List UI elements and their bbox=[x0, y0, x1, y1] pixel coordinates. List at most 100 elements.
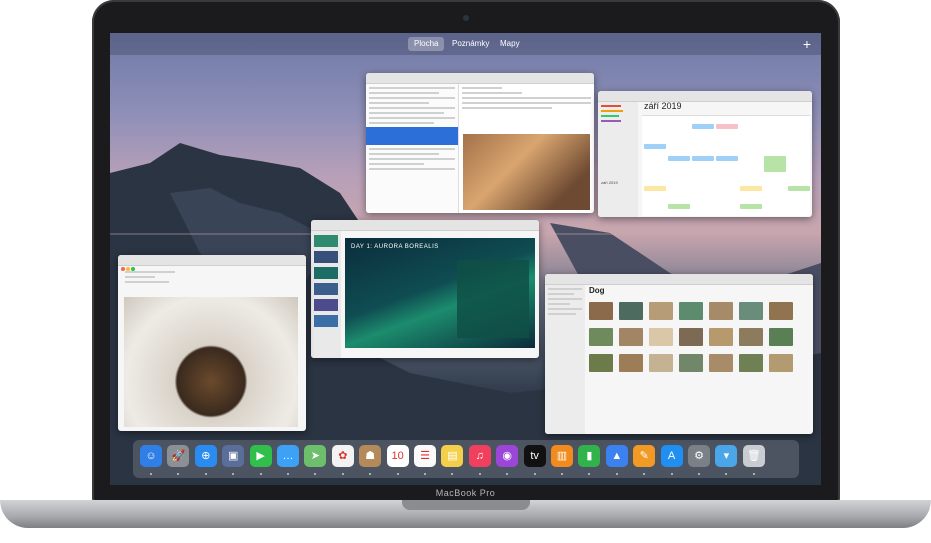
calendar-list-item[interactable] bbox=[601, 105, 621, 107]
list-item[interactable] bbox=[369, 107, 455, 109]
calendar-window[interactable]: září 2019 září 2019 bbox=[598, 91, 812, 217]
calendar-event[interactable] bbox=[668, 156, 690, 161]
slide-navigator[interactable] bbox=[311, 231, 341, 358]
selected-message[interactable] bbox=[366, 127, 458, 145]
photo-thumbnail[interactable] bbox=[649, 328, 673, 346]
calendar-event[interactable] bbox=[644, 186, 666, 191]
notes-icon[interactable]: ▤ bbox=[441, 445, 464, 467]
list-item[interactable] bbox=[369, 92, 439, 94]
photo-thumbnail[interactable] bbox=[709, 328, 733, 346]
photo-thumbnail[interactable] bbox=[769, 354, 793, 372]
calendar-list-item[interactable] bbox=[601, 120, 621, 122]
calendar-event[interactable] bbox=[740, 186, 762, 191]
podcasts-icon[interactable]: ◉ bbox=[496, 445, 519, 467]
calendar-grid[interactable] bbox=[642, 115, 810, 216]
slide-canvas[interactable]: DAY 1: AURORA BOREALIS bbox=[345, 238, 535, 348]
numbers-icon[interactable]: ▮ bbox=[578, 445, 601, 467]
downloads-folder-icon[interactable]: ▾ bbox=[715, 445, 738, 467]
photo-thumbnail[interactable] bbox=[619, 328, 643, 346]
trash-icon[interactable]: 🗑 bbox=[742, 445, 765, 467]
calendar-event[interactable] bbox=[716, 124, 738, 129]
app-store-icon[interactable]: A bbox=[660, 445, 683, 467]
list-item[interactable] bbox=[369, 87, 455, 89]
list-item[interactable] bbox=[369, 168, 455, 170]
list-item[interactable] bbox=[369, 117, 455, 119]
sidebar-item[interactable] bbox=[548, 308, 582, 310]
photo-booth-icon[interactable]: ▣ bbox=[222, 445, 245, 467]
add-space-button[interactable]: + bbox=[803, 35, 811, 53]
sidebar-item[interactable] bbox=[548, 303, 570, 305]
contacts-icon[interactable]: ☗ bbox=[359, 445, 382, 467]
calendar-event[interactable] bbox=[692, 124, 714, 129]
calendar-event[interactable] bbox=[716, 156, 738, 161]
safari-icon[interactable]: ⊕ bbox=[194, 445, 217, 467]
space-tab-mapy[interactable]: Mapy bbox=[494, 37, 526, 51]
photo-thumbnail[interactable] bbox=[739, 302, 763, 320]
books-icon[interactable]: ▥ bbox=[551, 445, 573, 467]
photo-thumbnail[interactable] bbox=[739, 328, 763, 346]
photo-grid[interactable] bbox=[589, 302, 811, 432]
mail-window[interactable] bbox=[366, 73, 594, 213]
tv-icon[interactable]: tv bbox=[523, 445, 546, 467]
calendar-event[interactable] bbox=[644, 144, 666, 149]
keynote-icon[interactable]: ▲ bbox=[605, 445, 628, 467]
photo-thumbnail[interactable] bbox=[679, 354, 703, 372]
slide-thumbnail[interactable] bbox=[314, 235, 338, 247]
photo-thumbnail[interactable] bbox=[769, 328, 793, 346]
launchpad-icon[interactable]: 🚀 bbox=[167, 445, 190, 467]
list-item[interactable] bbox=[369, 97, 455, 99]
photos-icon[interactable]: ✿ bbox=[331, 445, 354, 467]
photo-thumbnail[interactable] bbox=[739, 354, 763, 372]
document-window[interactable] bbox=[118, 255, 306, 431]
music-icon[interactable]: ♫ bbox=[468, 445, 491, 467]
calendar-list-item[interactable] bbox=[601, 115, 619, 117]
finder-icon[interactable]: ☺ bbox=[140, 445, 162, 467]
reminders-icon[interactable]: ☰ bbox=[414, 445, 436, 467]
calendar-icon[interactable]: 10 bbox=[386, 445, 409, 467]
slide-thumbnail[interactable] bbox=[314, 283, 338, 295]
slide-thumbnail[interactable] bbox=[314, 315, 338, 327]
photo-thumbnail[interactable] bbox=[709, 354, 733, 372]
photo-thumbnail[interactable] bbox=[679, 328, 703, 346]
keynote-window[interactable]: DAY 1: AURORA BOREALIS bbox=[311, 220, 539, 358]
maps-icon[interactable]: ➤ bbox=[304, 445, 327, 467]
photo-thumbnail[interactable] bbox=[649, 302, 673, 320]
space-tab-plocha[interactable]: Plocha bbox=[408, 37, 445, 51]
list-item[interactable] bbox=[369, 122, 434, 124]
photo-thumbnail[interactable] bbox=[679, 302, 703, 320]
photo-thumbnail[interactable] bbox=[769, 302, 793, 320]
mail-message-list[interactable] bbox=[366, 84, 459, 213]
facetime-icon[interactable]: ▶ bbox=[249, 445, 272, 467]
calendar-event[interactable] bbox=[692, 156, 714, 161]
list-item[interactable] bbox=[369, 163, 424, 165]
calendar-list-item[interactable] bbox=[601, 110, 623, 112]
sidebar-item[interactable] bbox=[548, 298, 582, 300]
slide-thumbnail[interactable] bbox=[314, 299, 338, 311]
calendar-event[interactable] bbox=[764, 156, 786, 172]
photo-thumbnail[interactable] bbox=[589, 302, 613, 320]
sidebar-item[interactable] bbox=[548, 293, 574, 295]
photo-thumbnail[interactable] bbox=[589, 354, 613, 372]
list-item[interactable] bbox=[369, 102, 429, 104]
space-tab-poznamky[interactable]: Poznámky bbox=[446, 37, 495, 51]
photo-thumbnail[interactable] bbox=[649, 354, 673, 372]
list-item[interactable] bbox=[369, 158, 455, 160]
photo-thumbnail[interactable] bbox=[589, 328, 613, 346]
photo-thumbnail[interactable] bbox=[619, 354, 643, 372]
photo-thumbnail[interactable] bbox=[709, 302, 733, 320]
system-preferences-icon[interactable]: ⚙ bbox=[688, 445, 710, 467]
list-item[interactable] bbox=[369, 153, 439, 155]
calendar-event[interactable] bbox=[668, 204, 690, 209]
photos-window[interactable]: Dog bbox=[545, 274, 813, 434]
photo-thumbnail[interactable] bbox=[619, 302, 643, 320]
sidebar-item[interactable] bbox=[548, 288, 582, 290]
messages-icon[interactable]: … bbox=[277, 445, 299, 467]
calendar-event[interactable] bbox=[740, 204, 762, 209]
slide-thumbnail[interactable] bbox=[314, 267, 338, 279]
list-item[interactable] bbox=[369, 148, 455, 150]
calendar-event[interactable] bbox=[788, 186, 810, 191]
pages-icon[interactable]: ✎ bbox=[633, 445, 656, 467]
sidebar-item[interactable] bbox=[548, 313, 576, 315]
list-item[interactable] bbox=[369, 112, 444, 114]
photos-sidebar[interactable] bbox=[545, 285, 585, 434]
